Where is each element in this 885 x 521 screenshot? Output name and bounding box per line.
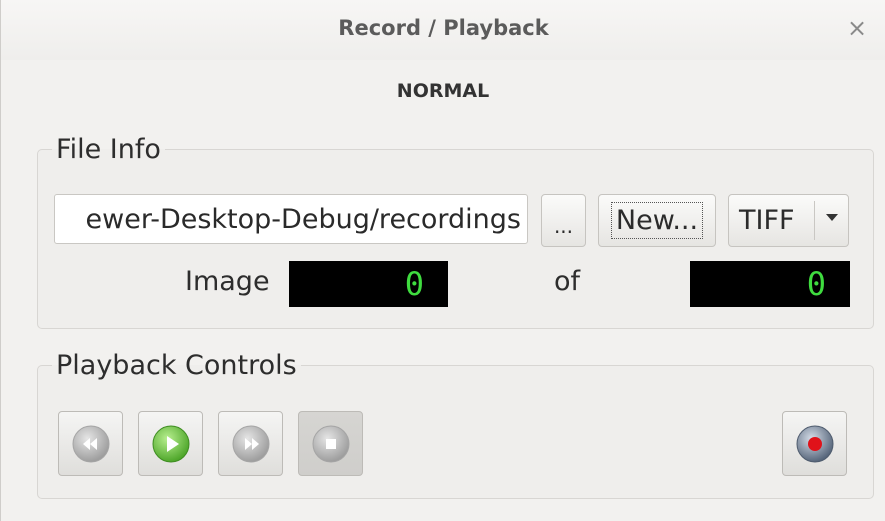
chevron-down-icon [826,214,838,221]
browse-button-label: ... [553,213,574,238]
of-label: of [554,266,581,297]
record-playback-window: Record / Playback × NORMAL File Info ewe… [0,0,885,521]
close-icon[interactable]: × [846,16,868,40]
current-image-value: 0 [404,265,424,303]
browse-button[interactable]: ... [541,194,586,247]
fast-forward-button[interactable] [218,411,283,476]
play-icon [152,425,189,462]
file-info-legend: File Info [56,134,161,165]
total-images-counter: 0 [690,261,850,307]
current-image-counter: 0 [289,261,448,307]
stop-button[interactable] [298,411,363,476]
window-title: Record / Playback [338,16,549,40]
playback-controls-legend: Playback Controls [56,350,297,381]
total-images-value: 0 [806,265,826,303]
rewind-icon [72,425,109,462]
rewind-button[interactable] [58,411,123,476]
record-button[interactable] [782,411,847,476]
format-dropdown[interactable]: TIFF [728,194,849,247]
new-recording-button[interactable]: New... [598,194,716,247]
recording-path-input[interactable]: ewer-Desktop-Debug/recordings [54,194,528,244]
record-icon [796,425,833,462]
mode-status: NORMAL [396,80,490,102]
fast-forward-icon [232,425,269,462]
image-label: Image [185,266,270,297]
play-button[interactable] [138,411,203,476]
title-bar[interactable]: Record / Playback × [1,0,885,60]
dropdown-divider [814,201,815,240]
recording-path-value: ewer-Desktop-Debug/recordings [85,203,521,235]
format-selected-value: TIFF [739,205,795,236]
new-button-label: New... [610,202,704,239]
stop-icon [312,425,349,462]
